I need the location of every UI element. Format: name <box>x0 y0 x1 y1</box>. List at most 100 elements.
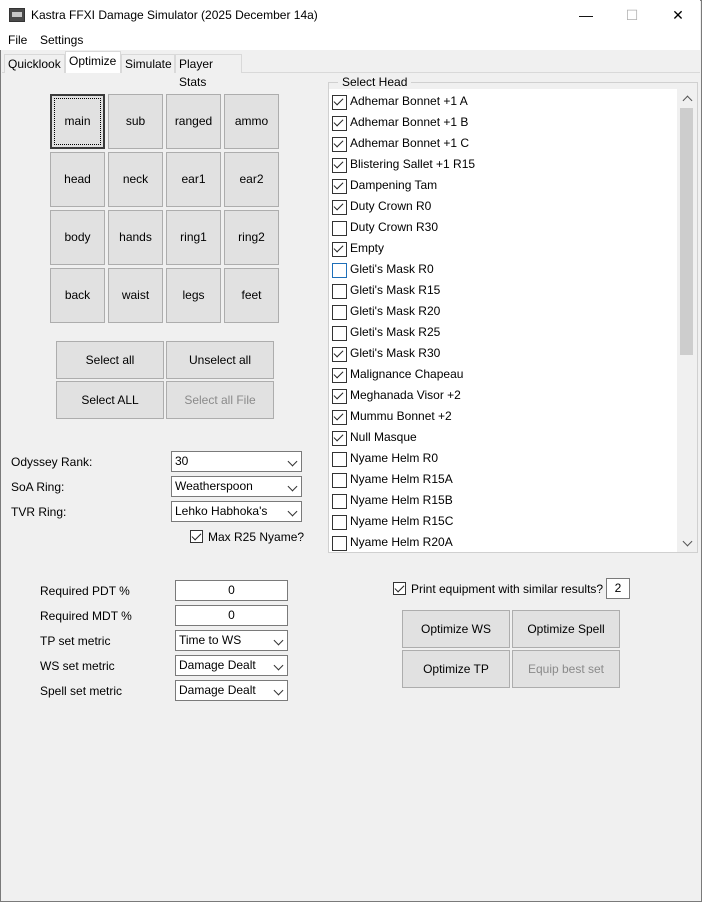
head-list-item[interactable]: Empty <box>329 238 677 259</box>
head-item-checkbox[interactable] <box>332 158 347 173</box>
head-list-item[interactable]: Malignance Chapeau <box>329 364 677 385</box>
slot-ear1-button[interactable]: ear1 <box>166 152 221 207</box>
head-list-item[interactable]: Gleti's Mask R15 <box>329 280 677 301</box>
slot-body-button[interactable]: body <box>50 210 105 265</box>
head-list-item[interactable]: Null Masque <box>329 427 677 448</box>
print-similar-count-input[interactable]: 2 <box>606 578 630 599</box>
head-item-checkbox[interactable] <box>332 410 347 425</box>
tab-optimize[interactable]: Optimize <box>65 51 121 73</box>
slot-sub-button[interactable]: sub <box>108 94 163 149</box>
head-list-item[interactable]: Duty Crown R30 <box>329 217 677 238</box>
slot-back-button[interactable]: back <box>50 268 105 323</box>
optimize-ws-button[interactable]: Optimize WS <box>402 610 510 648</box>
slot-head-button[interactable]: head <box>50 152 105 207</box>
head-list-item[interactable]: Gleti's Mask R25 <box>329 322 677 343</box>
head-list-item[interactable]: Nyame Helm R15C <box>329 511 677 532</box>
head-item-checkbox[interactable] <box>332 137 347 152</box>
select-all-button[interactable]: Select all <box>56 341 164 379</box>
head-list-item[interactable]: Nyame Helm R20A <box>329 532 677 553</box>
head-list-item[interactable]: Gleti's Mask R30 <box>329 343 677 364</box>
head-list-item[interactable]: Gleti's Mask R0 <box>329 259 677 280</box>
head-list-item[interactable]: Adhemar Bonnet +1 A <box>329 91 677 112</box>
spell-metric-label: Spell set metric <box>40 684 123 698</box>
head-item-checkbox[interactable] <box>332 263 347 278</box>
head-list-item[interactable]: Nyame Helm R15B <box>329 490 677 511</box>
head-list-item[interactable]: Meghanada Visor +2 <box>329 385 677 406</box>
head-item-checkbox[interactable] <box>332 536 347 551</box>
slot-neck-button[interactable]: neck <box>108 152 163 207</box>
optimize-tp-button[interactable]: Optimize TP <box>402 650 510 688</box>
tp-metric-value: Time to WS <box>179 633 242 647</box>
tp-metric-select[interactable]: Time to WS <box>175 630 288 651</box>
head-item-label: Nyame Helm R15A <box>350 472 453 486</box>
tvr-ring-select[interactable]: Lehko Habhoka's <box>171 501 302 522</box>
head-item-checkbox[interactable] <box>332 200 347 215</box>
maximize-button[interactable]: ☐ <box>609 0 655 30</box>
scroll-thumb[interactable] <box>680 108 693 355</box>
head-item-checkbox[interactable] <box>332 389 347 404</box>
slot-legs-button[interactable]: legs <box>166 268 221 323</box>
slot-hands-button[interactable]: hands <box>108 210 163 265</box>
tab-simulate[interactable]: Simulate <box>121 54 175 73</box>
head-list-item[interactable]: Blistering Sallet +1 R15 <box>329 154 677 175</box>
window-title: Kastra FFXI Damage Simulator (2025 Decem… <box>31 8 318 22</box>
minimize-button[interactable]: — <box>563 0 609 30</box>
head-item-checkbox[interactable] <box>332 179 347 194</box>
slot-ring1-button[interactable]: ring1 <box>166 210 221 265</box>
head-item-checkbox[interactable] <box>332 452 347 467</box>
spell-metric-select[interactable]: Damage Dealt <box>175 680 288 701</box>
tab-quicklook[interactable]: Quicklook <box>4 54 65 73</box>
head-list-item[interactable]: Adhemar Bonnet +1 B <box>329 112 677 133</box>
head-item-checkbox[interactable] <box>332 494 347 509</box>
head-list-item[interactable]: Dampening Tam <box>329 175 677 196</box>
head-item-checkbox[interactable] <box>332 242 347 257</box>
head-item-label: Blistering Sallet +1 R15 <box>350 157 476 171</box>
close-button[interactable]: ✕ <box>655 0 701 30</box>
select-all-file-button: Select all File <box>166 381 274 419</box>
head-item-checkbox[interactable] <box>332 284 347 299</box>
head-item-checkbox[interactable] <box>332 95 347 110</box>
head-item-checkbox[interactable] <box>332 431 347 446</box>
head-item-checkbox[interactable] <box>332 116 347 131</box>
menu-settings[interactable]: Settings <box>40 33 83 47</box>
head-list-item[interactable]: Nyame Helm R0 <box>329 448 677 469</box>
head-list-item[interactable]: Mummu Bonnet +2 <box>329 406 677 427</box>
ws-metric-select[interactable]: Damage Dealt <box>175 655 288 676</box>
select-all-global-button[interactable]: Select ALL <box>56 381 164 419</box>
head-list-item[interactable]: Duty Crown R0 <box>329 196 677 217</box>
print-similar-checkbox[interactable] <box>393 582 406 595</box>
head-list-item[interactable]: Gleti's Mask R20 <box>329 301 677 322</box>
head-item-checkbox[interactable] <box>332 347 347 362</box>
head-item-checkbox[interactable] <box>332 368 347 383</box>
odyssey-rank-select[interactable]: 30 <box>171 451 302 472</box>
head-item-checkbox[interactable] <box>332 326 347 341</box>
head-item-label: Null Masque <box>350 430 417 444</box>
unselect-all-button[interactable]: Unselect all <box>166 341 274 379</box>
slot-main-button[interactable]: main <box>50 94 105 149</box>
tab-player-stats[interactable]: Player Stats <box>175 54 242 89</box>
slot-waist-button[interactable]: waist <box>108 268 163 323</box>
head-list-item[interactable]: Nyame Helm R15A <box>329 469 677 490</box>
slot-ranged-button[interactable]: ranged <box>166 94 221 149</box>
slot-ammo-button[interactable]: ammo <box>224 94 279 149</box>
head-item-checkbox[interactable] <box>332 473 347 488</box>
slot-ring2-button[interactable]: ring2 <box>224 210 279 265</box>
head-item-label: Adhemar Bonnet +1 B <box>350 115 469 129</box>
slot-feet-button[interactable]: feet <box>224 268 279 323</box>
max-r25-nyame-checkbox[interactable] <box>190 530 203 543</box>
head-item-checkbox[interactable] <box>332 305 347 320</box>
chevron-down-icon <box>273 660 284 671</box>
head-item-checkbox[interactable] <box>332 221 347 236</box>
soa-ring-label: SoA Ring: <box>11 480 65 494</box>
head-item-label: Empty <box>350 241 385 255</box>
required-mdt-input[interactable]: 0 <box>175 605 288 626</box>
head-item-checkbox[interactable] <box>332 515 347 530</box>
soa-ring-select[interactable]: Weatherspoon <box>171 476 302 497</box>
head-list-item[interactable]: Adhemar Bonnet +1 C <box>329 133 677 154</box>
menu-file[interactable]: File <box>8 33 27 47</box>
optimize-spell-button[interactable]: Optimize Spell <box>512 610 620 648</box>
slot-ear2-button[interactable]: ear2 <box>224 152 279 207</box>
ws-metric-label: WS set metric <box>40 659 115 673</box>
head-item-label: Adhemar Bonnet +1 C <box>350 136 470 150</box>
required-pdt-input[interactable]: 0 <box>175 580 288 601</box>
